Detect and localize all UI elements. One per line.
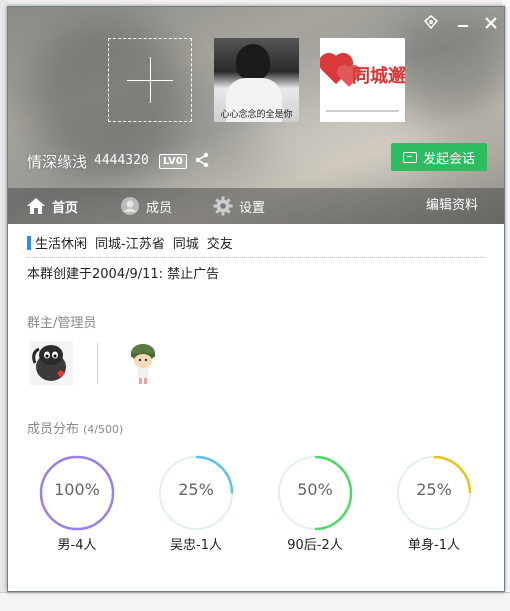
stat-label: 单身-1人 bbox=[408, 538, 460, 553]
start-chat-button[interactable]: 发起会话 bbox=[391, 143, 487, 171]
home-icon bbox=[27, 198, 45, 214]
divider bbox=[27, 257, 485, 258]
stat-age: 50% 90后-2人 bbox=[270, 454, 360, 553]
stat-label: 90后-2人 bbox=[287, 538, 343, 553]
group-tags: 生活休闲 同城-江苏省 同城 交友 bbox=[27, 233, 241, 252]
group-photo-1[interactable]: 心心念念的全是你 bbox=[214, 38, 299, 122]
distribution-title: 成员分布 (4/500) bbox=[27, 418, 123, 437]
tab-bar: 首页 成员 设置 编辑资料 bbox=[8, 188, 504, 224]
stat-label: 男-4人 bbox=[57, 538, 97, 553]
member-count: (4/500) bbox=[83, 423, 124, 436]
skin-icon[interactable] bbox=[422, 15, 440, 33]
group-created-info: 本群创建于2004/9/11: 禁止广告 bbox=[27, 267, 220, 282]
add-photo-button[interactable] bbox=[108, 38, 192, 122]
desktop-background-bottom bbox=[0, 592, 510, 611]
stat-label: 吴忠-1人 bbox=[170, 538, 222, 553]
group-photo-2[interactable]: 同城邂 bbox=[320, 38, 405, 122]
stat-percent: 25% bbox=[416, 480, 452, 499]
tag-marker bbox=[27, 235, 31, 250]
stat-marital: 25% 单身-1人 bbox=[389, 454, 479, 553]
group-name: 情深缘浅 bbox=[27, 153, 88, 171]
stat-percent: 25% bbox=[178, 480, 214, 499]
share-icon[interactable] bbox=[194, 152, 210, 168]
gear-icon bbox=[213, 196, 233, 216]
group-profile-window: 心心念念的全是你 同城邂 情深缘浅 4444320 LV0 发起会话 首页 成员… bbox=[7, 6, 505, 592]
level-badge: LV0 bbox=[159, 154, 187, 169]
photo-caption: 心心念念的全是你 bbox=[220, 110, 293, 120]
tab-settings-label: 设置 bbox=[239, 200, 266, 216]
stat-region: 25% 吴忠-1人 bbox=[151, 454, 241, 553]
chat-icon bbox=[402, 151, 417, 163]
distribution-title-text: 成员分布 bbox=[27, 422, 80, 437]
tab-home-label: 首页 bbox=[52, 200, 79, 216]
tag-item: 同城 bbox=[172, 237, 199, 252]
tab-settings[interactable]: 设置 bbox=[213, 188, 265, 224]
tag-item: 生活休闲 bbox=[35, 237, 88, 252]
group-id: 4444320 bbox=[94, 153, 149, 168]
user-icon bbox=[121, 197, 139, 215]
photo-logo-text: 同城邂 bbox=[352, 66, 405, 87]
start-chat-label: 发起会话 bbox=[422, 151, 475, 167]
profile-header: 心心念念的全是你 同城邂 情深缘浅 4444320 LV0 发起会话 首页 成员… bbox=[8, 7, 504, 224]
owner-avatar[interactable] bbox=[29, 341, 73, 385]
admin-avatar[interactable] bbox=[125, 341, 161, 385]
tab-members[interactable]: 成员 bbox=[120, 188, 172, 224]
close-icon[interactable] bbox=[482, 15, 500, 33]
admins-title: 群主/管理员 bbox=[27, 316, 97, 331]
tag-item: 交友 bbox=[206, 237, 233, 252]
tab-home[interactable]: 首页 bbox=[26, 188, 78, 224]
edit-profile-link[interactable]: 编辑资料 bbox=[426, 188, 478, 224]
stat-percent: 50% bbox=[297, 480, 333, 499]
tab-members-label: 成员 bbox=[146, 200, 173, 216]
avatar-divider bbox=[97, 343, 98, 384]
minimize-icon[interactable] bbox=[454, 15, 472, 33]
tag-item: 同城-江苏省 bbox=[95, 237, 165, 252]
stat-percent: 100% bbox=[54, 480, 100, 499]
stat-gender: 100% 男-4人 bbox=[32, 454, 122, 553]
